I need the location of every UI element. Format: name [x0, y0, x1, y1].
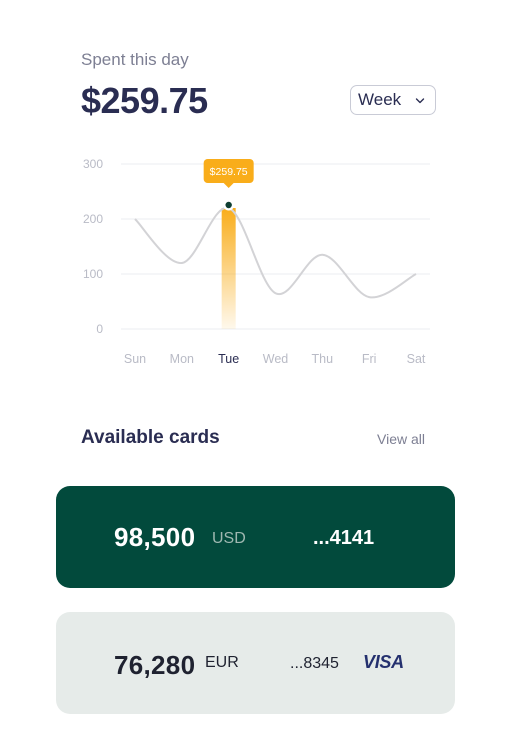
- card-currency: EUR: [205, 654, 239, 671]
- card-number: ...8345: [290, 655, 339, 672]
- tooltip-pointer: [223, 183, 234, 188]
- spending-chart: 0 100 200 300 $259.75 Sun Mon Tue Wed Thu Fri Sat: [83, 157, 430, 366]
- y-tick-label: 0: [96, 322, 103, 336]
- card-balance: 76,280: [114, 650, 196, 680]
- period-select-value: Week: [358, 90, 402, 109]
- y-tick-label: 100: [83, 267, 103, 281]
- card-number: ...4141: [313, 527, 375, 549]
- x-tick-label: Mon: [170, 352, 194, 366]
- x-tick-label: Wed: [263, 352, 289, 366]
- y-tick-label: 300: [83, 157, 103, 171]
- highlight-point: [225, 201, 232, 209]
- period-select[interactable]: Week: [350, 85, 436, 115]
- spent-label: Spent this day: [81, 50, 189, 69]
- x-tick-label: Fri: [362, 352, 377, 366]
- card-usd[interactable]: 98,500 USD ...4141: [56, 486, 455, 588]
- x-tick-label: Tue: [218, 352, 239, 366]
- spent-amount: $259.75: [81, 80, 208, 121]
- card-eur[interactable]: 76,280 EUR ...8345 VISA: [56, 612, 455, 714]
- available-cards-title: Available cards: [81, 427, 220, 448]
- y-tick-label: 200: [83, 212, 103, 226]
- chevron-down-icon: [415, 93, 425, 113]
- card-currency: USD: [212, 530, 246, 547]
- highlight-bar: [221, 208, 236, 329]
- card-balance: 98,500: [114, 522, 196, 552]
- x-tick-label: Thu: [312, 352, 334, 366]
- series-line: [134, 206, 417, 299]
- visa-logo: VISA: [363, 652, 404, 672]
- view-all-link[interactable]: View all: [377, 431, 425, 447]
- x-tick-label: Sat: [407, 352, 426, 366]
- x-tick-label: Sun: [124, 352, 146, 366]
- tooltip-label: $259.75: [210, 166, 248, 178]
- value-tooltip: $259.75: [203, 159, 254, 188]
